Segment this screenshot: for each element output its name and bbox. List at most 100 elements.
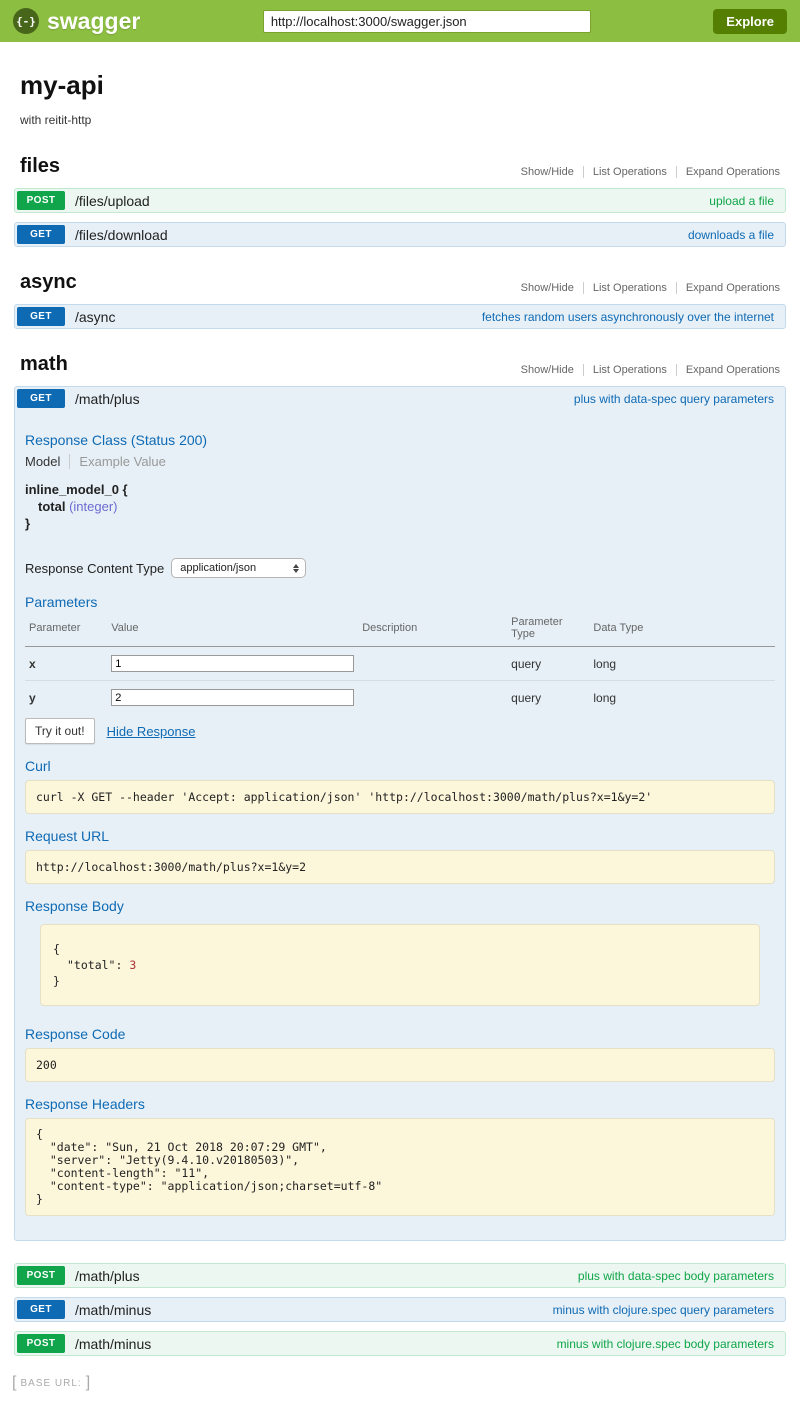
col-data-type: Data Type [589,612,775,647]
endpoint-path[interactable]: /math/plus [75,391,140,407]
tab-example-value[interactable]: Example Value [70,454,165,469]
endpoint-path[interactable]: /math/minus [75,1302,151,1318]
curl-command: curl -X GET --header 'Accept: applicatio… [25,780,775,814]
section-files: files Show/Hide List Operations Expand O… [14,155,786,247]
section-title-files[interactable]: files [20,155,60,178]
show-hide-link[interactable]: Show/Hide [512,364,583,376]
col-parameter-type: Parameter Type [507,612,589,647]
response-headers-heading: Response Headers [25,1096,775,1112]
list-operations-link[interactable]: List Operations [583,364,676,376]
section-controls: Show/Hide List Operations Expand Operati… [512,364,780,376]
param-type: query [507,681,589,715]
expand-operations-link[interactable]: Expand Operations [676,364,780,376]
json-open-brace: { [53,941,747,957]
endpoint-summary[interactable]: plus with data-spec body parameters [578,1269,783,1283]
footer-bracket-open: [ [12,1374,16,1392]
topbar: {-} swagger Explore [0,0,800,42]
col-description: Description [358,612,507,647]
footer-bracket-close: ] [86,1374,90,1392]
param-type: query [507,647,589,681]
response-headers-json: { "date": "Sun, 21 Oct 2018 20:07:29 GMT… [25,1118,775,1216]
endpoint-row[interactable]: POST /math/plus plus with data-spec body… [14,1263,786,1288]
endpoint-row[interactable]: GET /async fetches random users asynchro… [14,304,786,329]
method-badge: POST [17,1266,65,1285]
api-info: my-api with reitit-http [0,42,800,131]
method-badge: GET [17,307,65,326]
method-badge: POST [17,191,65,210]
section-math: math Show/Hide List Operations Expand Op… [14,353,786,1356]
list-operations-link[interactable]: List Operations [583,166,676,178]
base-url-footer: [ BASE URL: ] [12,1374,788,1392]
headers-line: } [36,1193,764,1206]
endpoint-row[interactable]: POST /math/minus minus with clojure.spec… [14,1331,786,1356]
endpoint-path[interactable]: /async [75,309,115,325]
endpoint-summary[interactable]: minus with clojure.spec query parameters [553,1303,783,1317]
tab-model[interactable]: Model [25,454,70,469]
endpoint-row[interactable]: GET /math/minus minus with clojure.spec … [14,1297,786,1322]
parameters-heading: Parameters [25,594,775,610]
col-parameter: Parameter [25,612,107,647]
endpoint-path[interactable]: /math/minus [75,1336,151,1352]
param-description [358,681,507,715]
select-arrows-icon [293,564,299,573]
endpoint-row[interactable]: GET /files/download downloads a file [14,222,786,247]
model-tabs: Model Example Value [25,454,775,469]
endpoint-row[interactable]: POST /files/upload upload a file [14,188,786,213]
api-subtitle: with reitit-http [20,113,780,127]
operation-get-math-plus: GET /math/plus plus with data-spec query… [14,386,786,1241]
endpoint-summary[interactable]: minus with clojure.spec body parameters [557,1337,783,1351]
expand-operations-link[interactable]: Expand Operations [676,282,780,294]
model-close-brace: } [25,515,775,532]
method-badge: POST [17,1334,65,1353]
method-badge: GET [17,389,65,408]
section-title-async[interactable]: async [20,271,77,294]
try-it-out-button[interactable]: Try it out! [25,718,95,744]
param-name: y [25,681,107,715]
json-close-brace: } [53,973,747,989]
explore-button[interactable]: Explore [713,9,787,34]
param-description [358,647,507,681]
request-url-heading: Request URL [25,828,775,844]
endpoint-path[interactable]: /math/plus [75,1268,140,1284]
response-code-value: 200 [25,1048,775,1082]
footer-base-url-label: BASE URL: [20,1378,81,1389]
list-operations-link[interactable]: List Operations [583,282,676,294]
endpoint-summary[interactable]: downloads a file [688,228,783,242]
show-hide-link[interactable]: Show/Hide [512,166,583,178]
section-controls: Show/Hide List Operations Expand Operati… [512,282,780,294]
response-body-heading: Response Body [25,898,775,914]
json-number-value: 3 [129,958,136,972]
param-name: x [25,647,107,681]
model-prop-name: total [38,499,65,514]
endpoint-row[interactable]: GET /math/plus plus with data-spec query… [14,386,786,410]
param-input-x[interactable] [111,655,354,672]
model-prop-type: (integer) [69,499,117,514]
section-controls: Show/Hide List Operations Expand Operati… [512,166,780,178]
endpoint-summary[interactable]: plus with data-spec query parameters [574,392,783,406]
model-name: inline_model_0 { [25,481,775,498]
show-hide-link[interactable]: Show/Hide [512,282,583,294]
method-badge: GET [17,225,65,244]
section-async: async Show/Hide List Operations Expand O… [14,271,786,329]
endpoint-summary[interactable]: fetches random users asynchronously over… [482,310,783,324]
param-input-y[interactable] [111,689,354,706]
response-code-heading: Response Code [25,1026,775,1042]
selected-content-type: application/json [180,562,256,574]
curl-heading: Curl [25,758,775,774]
request-url-value: http://localhost:3000/math/plus?x=1&y=2 [25,850,775,884]
json-key: "total": [67,958,122,972]
param-row-x: x query long [25,647,775,681]
swagger-logo[interactable]: {-} swagger [13,8,140,35]
api-url-input[interactable] [263,10,591,33]
endpoint-path[interactable]: /files/upload [75,193,150,209]
expand-operations-link[interactable]: Expand Operations [676,166,780,178]
col-value: Value [107,612,358,647]
parameters-table: Parameter Value Description Parameter Ty… [25,612,775,714]
hide-response-link[interactable]: Hide Response [107,724,196,739]
response-class-heading: Response Class (Status 200) [25,432,775,448]
section-title-math[interactable]: math [20,353,68,376]
swagger-logo-icon: {-} [13,8,39,34]
response-content-type-select[interactable]: application/json [171,558,306,578]
endpoint-path[interactable]: /files/download [75,227,168,243]
endpoint-summary[interactable]: upload a file [709,194,783,208]
